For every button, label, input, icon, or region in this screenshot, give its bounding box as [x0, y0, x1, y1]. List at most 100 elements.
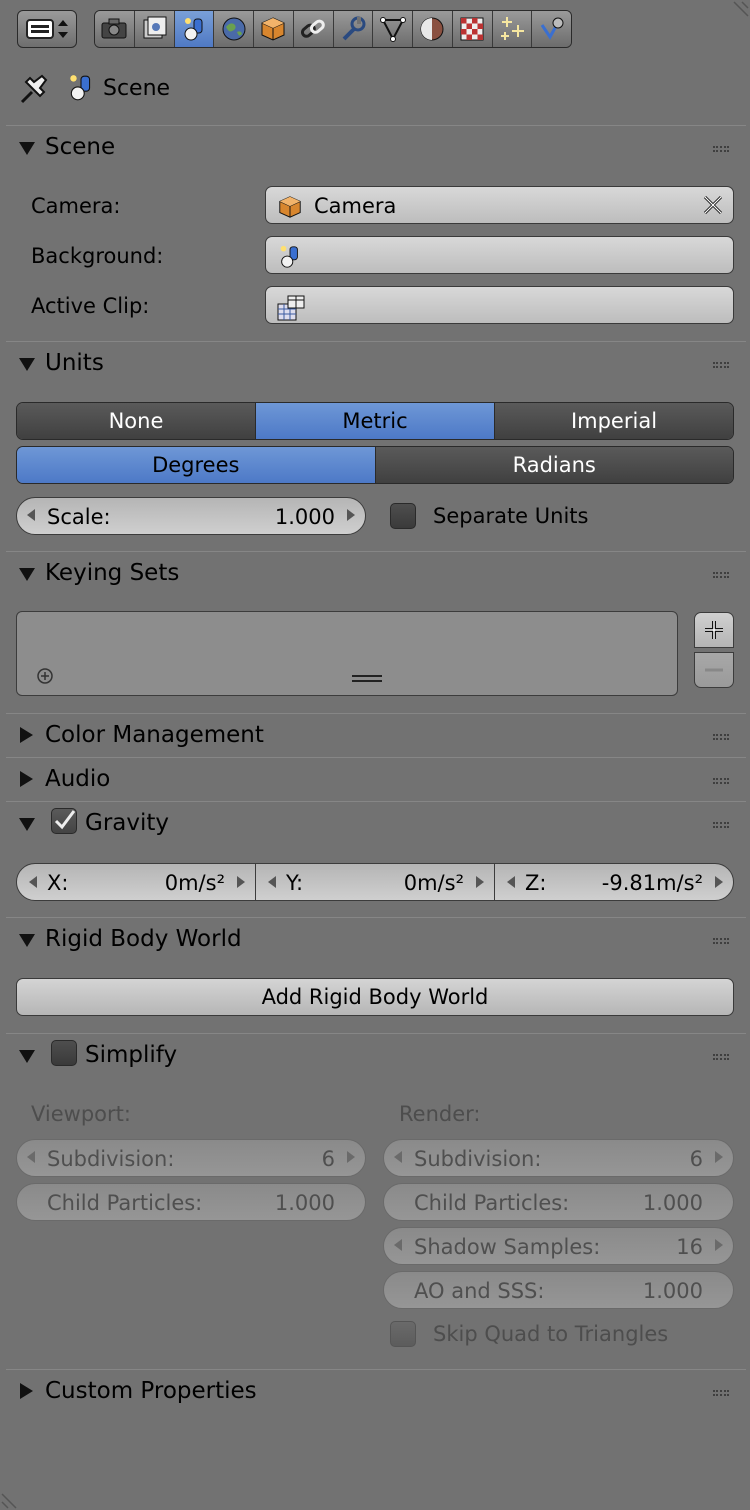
increment-arrow-icon[interactable] — [237, 876, 245, 888]
viewport-child-particles-label: Child Particles: — [47, 1191, 203, 1215]
decrement-arrow-icon[interactable] — [507, 876, 515, 888]
keying-sets-panel-title[interactable]: Keying Sets — [45, 560, 179, 586]
modifiers-tab[interactable] — [333, 11, 374, 47]
render-child-particles-value: 1.000 — [642, 1191, 703, 1215]
viewport-child-particles-field[interactable]: Child Particles: 1.000 — [16, 1183, 366, 1221]
resize-grip-icon[interactable] — [352, 675, 382, 682]
unit-imperial-button[interactable]: Imperial — [495, 403, 733, 439]
keying-sets-list[interactable] — [16, 611, 678, 696]
increment-arrow-icon[interactable] — [715, 876, 723, 888]
drag-handle-icon[interactable] — [713, 146, 729, 152]
clear-icon[interactable] — [701, 193, 725, 217]
gravity-z-label: Z: — [525, 871, 547, 895]
decrement-arrow-icon[interactable] — [268, 876, 276, 888]
panel-expand-icon[interactable] — [20, 727, 33, 743]
unit-metric-button[interactable]: Metric — [256, 403, 495, 439]
texture-tab[interactable] — [452, 11, 493, 47]
object-tab[interactable] — [254, 11, 294, 47]
viewport-subdivision-field[interactable]: Subdivision: 6 — [16, 1139, 366, 1177]
units-panel-title[interactable]: Units — [45, 350, 104, 376]
decrement-arrow-icon[interactable] — [27, 509, 35, 521]
increment-arrow-icon[interactable] — [715, 1239, 723, 1251]
drag-handle-icon[interactable] — [713, 778, 729, 784]
audio-panel-title[interactable]: Audio — [45, 766, 110, 792]
panel-collapse-icon[interactable] — [19, 142, 35, 155]
panel-expand-icon[interactable] — [20, 1383, 33, 1399]
panel-collapse-icon[interactable] — [19, 568, 35, 581]
color-management-panel-title[interactable]: Color Management — [45, 722, 264, 748]
drag-handle-icon[interactable] — [713, 362, 729, 368]
material-tab[interactable] — [413, 11, 453, 47]
increment-arrow-icon[interactable] — [347, 509, 355, 521]
unit-none-button[interactable]: None — [17, 403, 256, 439]
skip-quad-checkbox[interactable] — [390, 1321, 416, 1347]
filter-expand-icon[interactable] — [36, 667, 54, 685]
rigid-body-panel-title[interactable]: Rigid Body World — [45, 926, 242, 952]
pin-icon[interactable] — [18, 72, 54, 106]
gravity-x-field[interactable]: X: 0m/s² — [17, 864, 256, 900]
degrees-button[interactable]: Degrees — [17, 447, 376, 483]
simplify-panel-title[interactable]: Simplify — [85, 1042, 177, 1068]
render-tab[interactable] — [95, 11, 135, 47]
scene-tab[interactable] — [174, 11, 215, 47]
gravity-z-field[interactable]: Z: -9.81m/s² — [495, 864, 733, 900]
decrement-arrow-icon[interactable] — [29, 876, 37, 888]
decrement-arrow-icon[interactable] — [394, 1151, 402, 1163]
cube-icon — [261, 17, 285, 41]
minus-icon — [705, 668, 723, 672]
constraints-tab[interactable] — [293, 11, 334, 47]
gravity-panel-title[interactable]: Gravity — [85, 810, 169, 836]
camera-field[interactable]: Camera — [265, 186, 734, 224]
ao-sss-field[interactable]: AO and SSS: 1.000 — [383, 1271, 734, 1309]
separate-units-label: Separate Units — [433, 504, 589, 528]
add-keying-set-button[interactable] — [694, 612, 734, 648]
background-field[interactable] — [265, 236, 734, 274]
editor-type-button[interactable] — [17, 10, 77, 48]
unit-system-selector: None Metric Imperial — [16, 402, 734, 440]
panel-collapse-icon[interactable] — [19, 818, 35, 831]
gravity-checkbox[interactable] — [51, 808, 77, 834]
drag-handle-icon[interactable] — [713, 734, 729, 740]
add-rigid-body-world-button[interactable]: Add Rigid Body World — [16, 978, 734, 1016]
viewport-label: Viewport: — [31, 1102, 131, 1126]
separate-units-checkbox[interactable] — [390, 503, 416, 529]
drag-handle-icon[interactable] — [713, 1390, 729, 1396]
shadow-samples-value: 16 — [676, 1235, 703, 1259]
region-resize-corner[interactable] — [720, 0, 750, 30]
data-tab[interactable] — [373, 11, 413, 47]
divider — [6, 917, 746, 918]
panel-collapse-icon[interactable] — [19, 1050, 35, 1063]
simplify-checkbox[interactable] — [51, 1040, 77, 1066]
drag-handle-icon[interactable] — [713, 572, 729, 578]
remove-keying-set-button[interactable] — [694, 652, 734, 688]
panel-collapse-icon[interactable] — [19, 934, 35, 947]
scale-field[interactable]: Scale: 1.000 — [16, 497, 366, 535]
shadow-samples-field[interactable]: Shadow Samples: 16 — [383, 1227, 734, 1265]
increment-arrow-icon[interactable] — [347, 1151, 355, 1163]
camera-label: Camera: — [31, 194, 121, 218]
panel-collapse-icon[interactable] — [19, 358, 35, 371]
increment-arrow-icon[interactable] — [476, 876, 484, 888]
particles-tab[interactable] — [492, 11, 533, 47]
drag-handle-icon[interactable] — [713, 822, 729, 828]
scene-panel-title[interactable]: Scene — [45, 134, 115, 160]
gravity-y-field[interactable]: Y: 0m/s² — [256, 864, 495, 900]
render-layers-icon — [143, 16, 167, 39]
decrement-arrow-icon[interactable] — [394, 1239, 402, 1251]
drag-handle-icon[interactable] — [713, 938, 729, 944]
world-tab[interactable] — [214, 11, 254, 47]
custom-properties-panel-title[interactable]: Custom Properties — [45, 1378, 257, 1404]
render-layers-tab[interactable] — [134, 11, 175, 47]
decrement-arrow-icon[interactable] — [27, 1151, 35, 1163]
active-clip-field[interactable] — [265, 286, 734, 324]
region-resize-corner[interactable] — [0, 1480, 30, 1510]
radians-button[interactable]: Radians — [375, 447, 733, 483]
render-child-particles-field[interactable]: Child Particles: 1.000 — [383, 1183, 734, 1221]
increment-arrow-icon[interactable] — [715, 1151, 723, 1163]
render-subdivision-field[interactable]: Subdivision: 6 — [383, 1139, 734, 1177]
panel-expand-icon[interactable] — [20, 771, 33, 787]
physics-tab[interactable] — [532, 11, 571, 47]
drag-handle-icon[interactable] — [713, 1054, 729, 1060]
divider — [6, 1033, 746, 1034]
link-icon — [301, 19, 325, 38]
